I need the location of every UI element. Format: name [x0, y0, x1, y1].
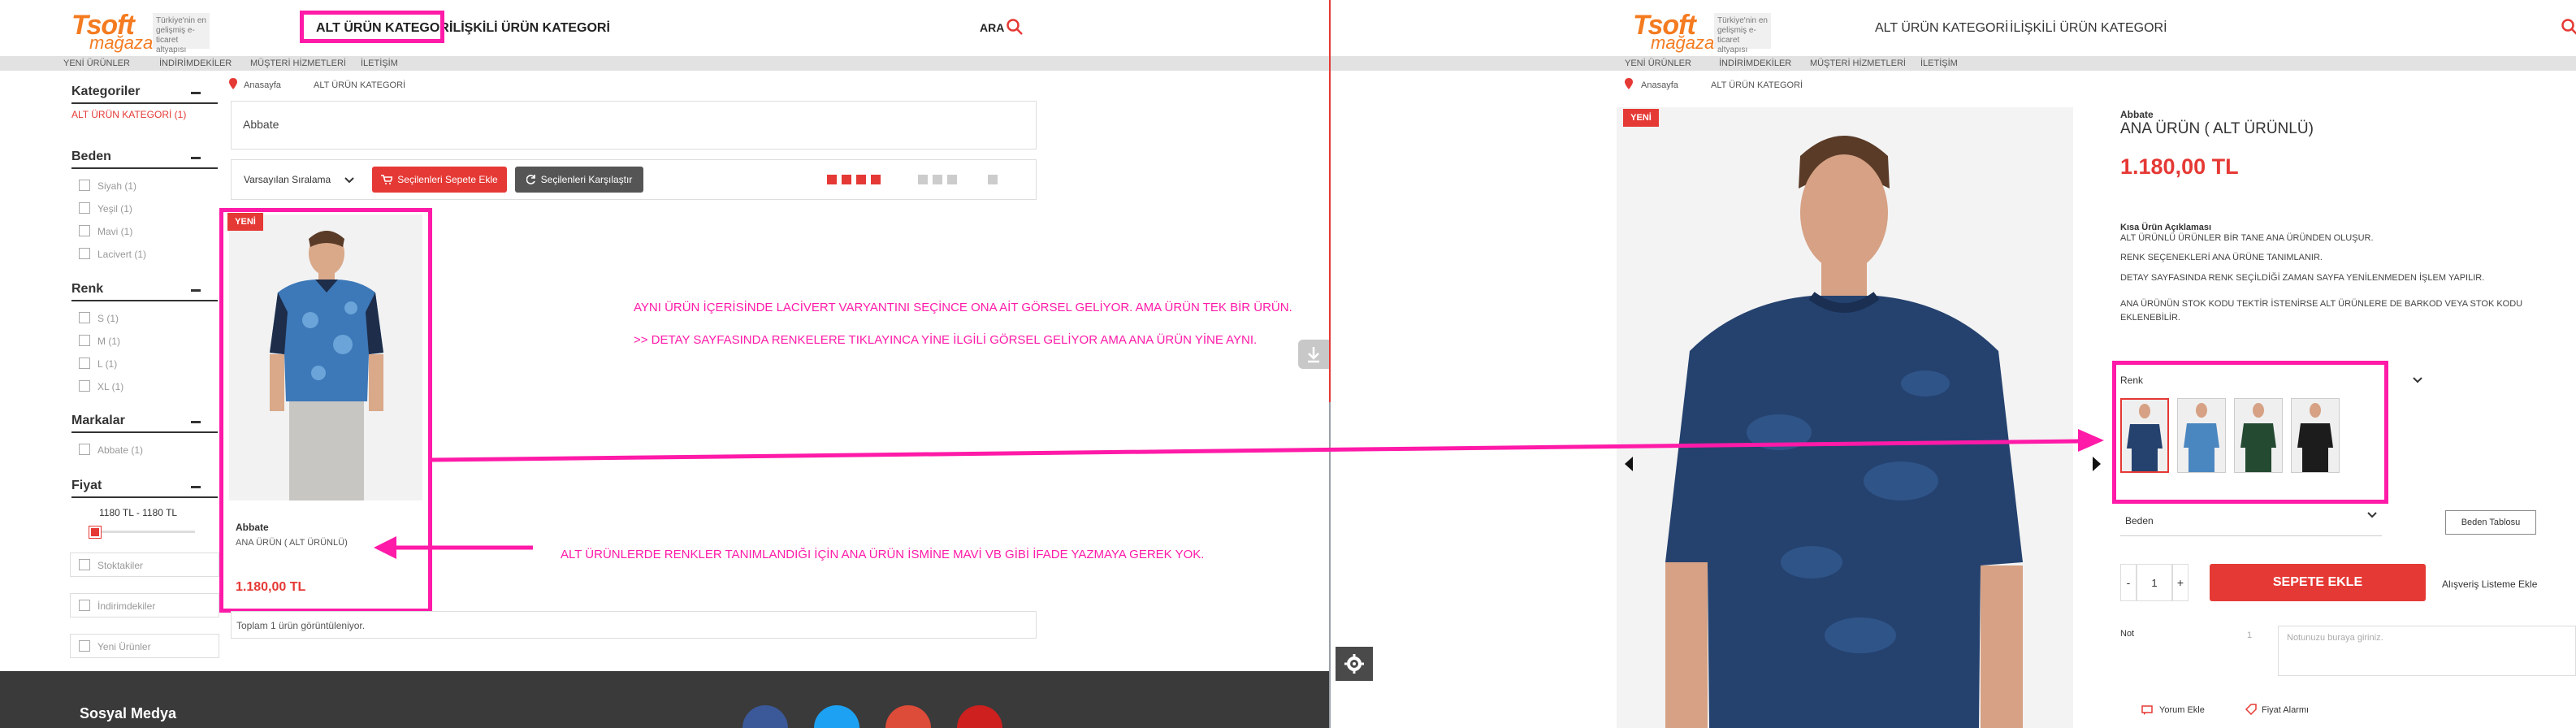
- arrow-to-color-selector: [431, 439, 2080, 462]
- settings-button[interactable]: [1336, 647, 1373, 681]
- arrow-head-icon: [2078, 429, 2104, 452]
- annotation-arrows: [431, 429, 2104, 462]
- gear-icon: [1344, 654, 1364, 674]
